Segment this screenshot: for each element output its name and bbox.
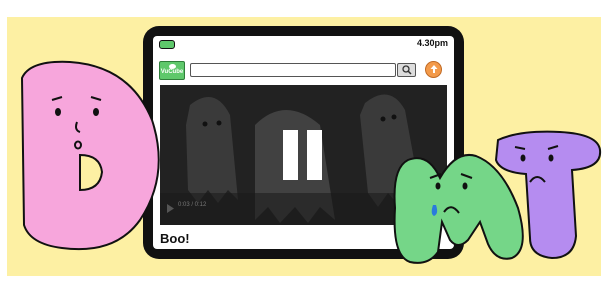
characters-layer — [20, 60, 602, 264]
letter-m-character — [393, 154, 524, 264]
letter-d-character — [20, 60, 160, 251]
